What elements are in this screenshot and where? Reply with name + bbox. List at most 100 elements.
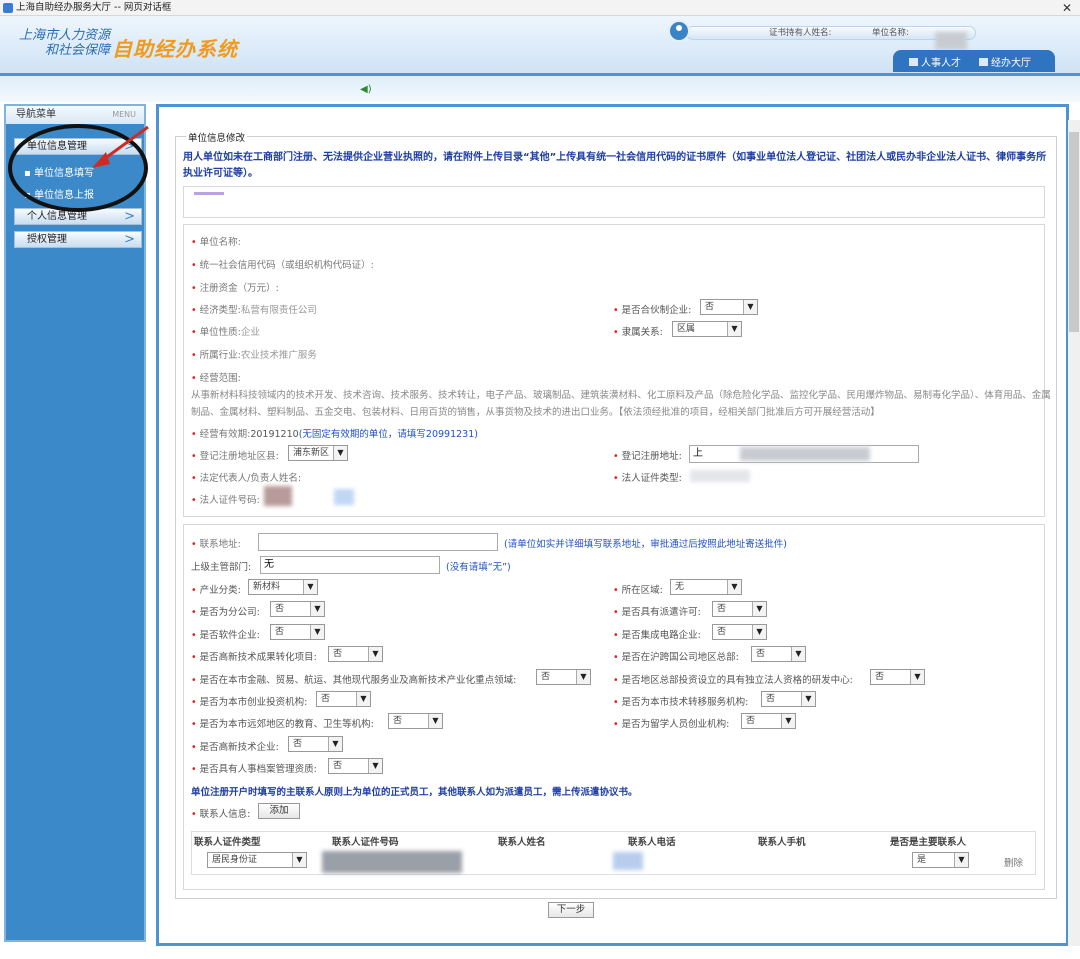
capital-row: • 注册资金（万元）: [191,283,279,294]
q-select[interactable]: 否 ▼ [270,601,325,617]
contact-main-select[interactable]: 是 ▼ [912,852,969,868]
q-row: • 是否具有人事档案管理资质: [191,764,317,775]
region-row: • 所在区域: [613,585,663,596]
chevron-down-icon: ▼ [752,625,766,639]
q-label: 是否软件企业: [199,630,260,641]
q-select-value: 否 [275,627,285,637]
q-select-value: 否 [293,739,303,749]
q-label: 是否为留学人员创业机构: [621,719,730,730]
q-select[interactable]: 否 ▼ [328,758,383,774]
close-icon[interactable]: ✕ [1062,0,1072,16]
q-select[interactable]: 否 ▼ [328,646,383,662]
reg-address-value: 上 [693,448,703,459]
superior-label: 上级主管部门: [191,562,252,573]
tab-talent[interactable]: 人事人才 [909,54,961,69]
chevron-down-icon: ▼ [781,714,795,728]
q-select[interactable]: 否 ▼ [712,624,767,640]
chevron-down-icon: ▼ [727,580,741,594]
table-header: 联系人证件类型 [194,837,261,848]
tab-hall[interactable]: 经办大厅 [979,54,1031,69]
q-row: • 是否为本市远郊地区的教育、卫生等机构: [191,719,374,730]
chevron-right-icon: > [124,209,135,224]
unit-nature-row: • 单位性质:企业 [191,327,260,338]
industry-class-select[interactable]: 新材料 ▼ [248,579,318,595]
chevron-down-icon: ▼ [328,737,342,751]
unit-label: 单位名称: [872,28,909,38]
q-select-value: 否 [275,604,285,614]
q-select[interactable]: 否 ▼ [751,646,806,662]
legal-id-type-row: • 法人证件类型: [613,473,682,484]
q-select-value: 否 [766,694,776,704]
add-contact-button[interactable]: 添加 [258,803,300,819]
user-avatar-icon [668,20,690,42]
legal-rep-row: • 法定代表人/负责人姓名: [191,473,302,484]
sidebar-title: 导航菜单 [16,109,56,120]
logo-line2: 和社会保障 [44,43,110,58]
reg-district-select-value: 浦东新区 [293,448,330,458]
q-select-value: 否 [717,627,727,637]
q-select[interactable]: 否 ▼ [288,736,343,752]
chevron-down-icon: ▼ [292,853,306,867]
valid-value: 20191210 [250,429,299,440]
reg-district-select[interactable]: 浦东新区 ▼ [288,445,348,461]
chevron-down-icon: ▼ [727,322,741,336]
app-icon [3,3,13,13]
legal-id-no-label: 法人证件号码: [199,495,260,506]
sidebar-menu-label: MENU [112,110,136,119]
q-label: 是否高新技术成果转化项目: [199,652,317,663]
reg-address-row: • 登记注册地址: [613,451,682,462]
q-select[interactable]: 否 ▼ [741,713,796,729]
q-select[interactable]: 否 ▼ [870,669,925,685]
app-header: 上海市人力资源 和社会保障 自助经办系统 证书持有人姓名: 单位名称: 人事人才… [0,16,1080,73]
q-select[interactable]: 否 ▼ [388,713,443,729]
valid-row: • 经营有效期:20191210(无固定有效期的单位，请填写20991231) [191,429,478,440]
capital-label: 注册资金（万元）: [199,283,279,294]
scrollbar-thumb[interactable] [1069,132,1079,332]
reg-district-label: 登记注册地址区县: [199,451,279,462]
contact-id-type-select[interactable]: 居民身份证 ▼ [207,852,307,868]
redacted-id-no [264,486,292,506]
legal-id-no-row: • 法人证件号码: [191,495,260,506]
chevron-down-icon: ▼ [576,670,590,684]
affiliation-select-value: 区属 [677,324,696,334]
chevron-down-icon: ▼ [791,647,805,661]
q-row: • 是否为分公司: [191,607,260,618]
contact-address-input[interactable] [258,533,498,551]
chevron-down-icon: ▼ [303,580,317,594]
credit-code-label: 统一社会信用代码（或组织机构代码证）: [199,260,374,271]
sidebar-item-auth[interactable]: 授权管理 > [14,231,142,248]
partnership-row: • 是否合伙制企业: [613,305,692,316]
q-row: • 是否在沪跨国公司地区总部: [613,652,739,663]
chevron-down-icon: ▼ [428,714,442,728]
scrollbar[interactable] [1068,120,1080,946]
table-header: 联系人电话 [628,837,676,848]
q-label: 是否集成电路企业: [621,630,701,641]
unit-nature-value: 企业 [240,327,260,338]
q-select-value: 否 [756,649,766,659]
sidebar-header: 导航菜单 MENU [6,106,144,124]
q-select[interactable]: 否 ▼ [712,601,767,617]
legal-rep-label: 法定代表人/负责人姓名: [199,473,302,484]
region-select[interactable]: 无 ▼ [670,579,742,595]
valid-label: 经营有效期: [199,429,251,440]
superior-hint: (没有请填“无”) [446,562,511,573]
next-step-button[interactable]: 下一步 [548,902,594,918]
q-label: 是否为分公司: [199,607,260,618]
superior-input[interactable]: 无 [260,556,440,574]
q-select[interactable]: 否 ▼ [536,669,591,685]
attachment-link[interactable] [194,192,224,195]
region-select-value: 无 [675,582,685,592]
speaker-icon[interactable]: ◀) [360,84,372,95]
region-label: 所在区域: [621,585,663,596]
affiliation-select[interactable]: 区属 ▼ [672,321,742,337]
q-select-value: 否 [393,716,403,726]
q-select[interactable]: 否 ▼ [270,624,325,640]
delete-contact-link[interactable]: 删除 [1004,855,1023,869]
q-label: 是否为本市创业投资机构: [199,697,308,708]
chevron-down-icon: ▼ [743,300,757,314]
q-select[interactable]: 否 ▼ [316,691,371,707]
q-label: 是否在沪跨国公司地区总部: [621,652,739,663]
partnership-select[interactable]: 否 ▼ [700,299,758,315]
chevron-down-icon: ▼ [801,692,815,706]
q-select[interactable]: 否 ▼ [761,691,816,707]
